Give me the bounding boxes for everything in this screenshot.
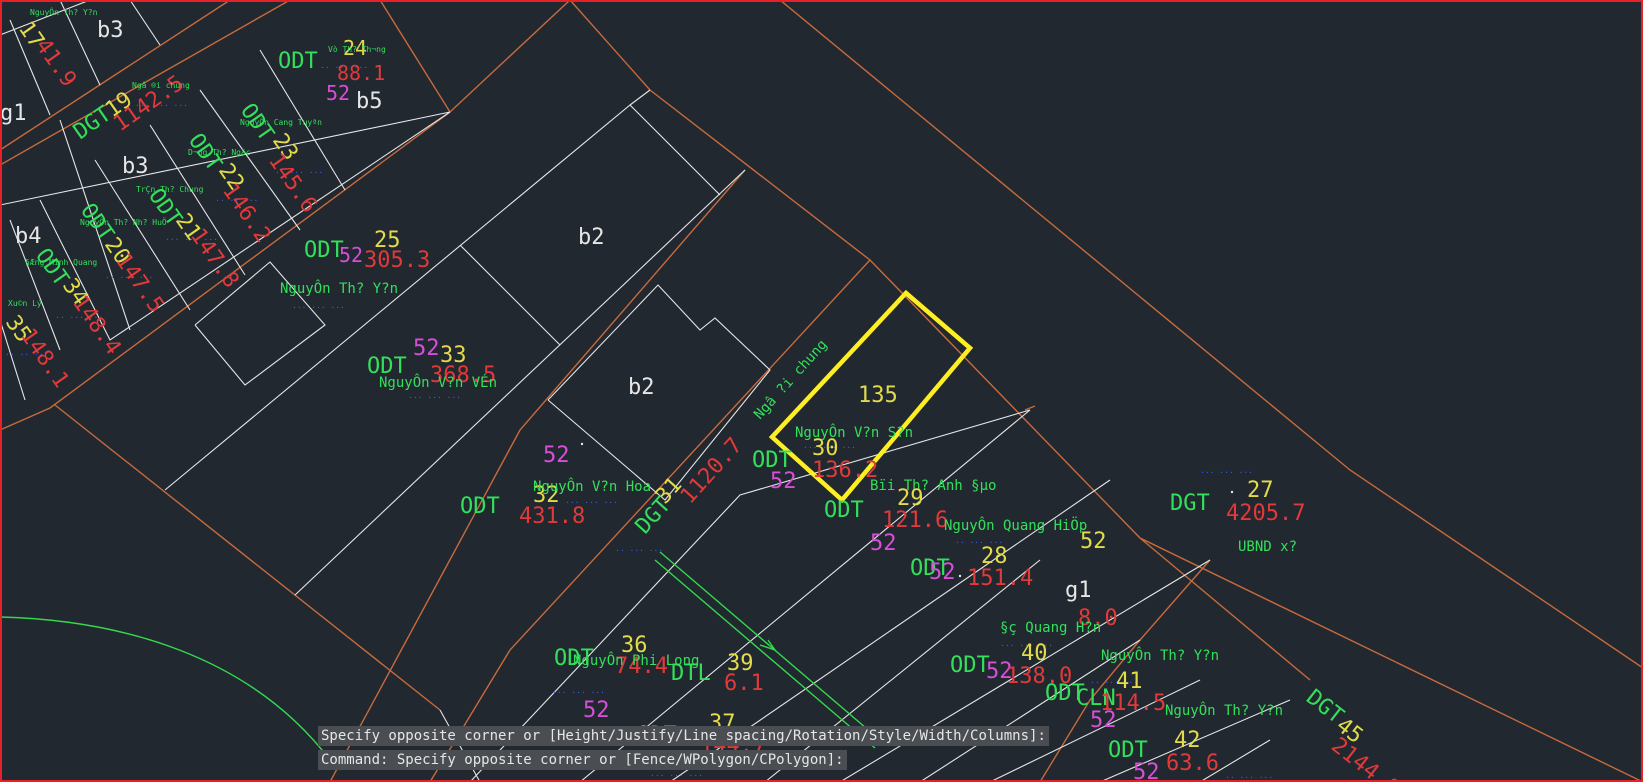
map-label: 63.6 — [1166, 751, 1219, 776]
map-label: §Æng Minh Quang — [25, 258, 97, 267]
map-label: NguyÔn Th? Y?n — [30, 6, 98, 17]
map-label: NguyÔn V?n VÉn — [379, 373, 497, 391]
map-label: 305.3 — [364, 248, 430, 273]
map-label: 136.2 — [812, 458, 878, 483]
map-label: Xu©n Lý — [8, 299, 42, 308]
map-label: Bïi Th? Anh §µo — [870, 478, 996, 494]
map-label: 52 — [1133, 760, 1160, 782]
blue-note: ··· ··· ··· — [650, 771, 703, 780]
point-marker — [580, 442, 584, 446]
map-label: 2144.8 — [1326, 733, 1404, 782]
map-label: 148.4 — [67, 291, 125, 360]
map-label: 147.5 — [110, 249, 168, 318]
map-label: 121.6 — [882, 508, 948, 533]
internal-line — [439, 709, 481, 782]
map-label: 40 — [1021, 641, 1048, 666]
map-label: b2 — [628, 375, 655, 400]
blue-note: ··· ··· ··· — [552, 688, 605, 697]
map-label: 27 — [1247, 478, 1274, 503]
map-label: 431.8 — [519, 504, 585, 529]
map-label: TrÇn Th? Chung — [136, 185, 204, 194]
map-label: ODT — [460, 494, 500, 519]
blue-note: ··· ··· ··· — [1200, 468, 1253, 477]
map-label: NguyÔn Cang Tuyªn — [240, 116, 322, 127]
map-label: D­¬ng Th? Ngäc — [188, 148, 251, 157]
map-label: §ç Quang H?n — [1000, 620, 1101, 636]
map-label: 52 — [413, 336, 440, 361]
map-label: Ngâ ?i chung — [751, 337, 831, 423]
blue-note: ··· ··· ··· — [292, 303, 345, 312]
map-label: 145.6 — [263, 149, 321, 218]
blue-note: ··· ··· ··· — [408, 393, 461, 402]
map-label: NguyÔn Th? Y?n — [1165, 701, 1283, 719]
internal-line — [0, 0, 91, 36]
map-label: NguyÔn Quang HiÖp — [944, 516, 1087, 534]
command-line-input[interactable]: Command: Specify opposite corner or [Fen… — [318, 750, 847, 770]
internal-line — [547, 284, 771, 501]
map-label: ODT — [950, 653, 990, 678]
map-labels: b3 b5 b3 b4 g1 b2 b2 g1 ODT 24 88.1 52 O… — [0, 6, 1404, 782]
map-label: 52 — [870, 531, 897, 556]
map-label: Vò Th? Th¬ng — [328, 44, 386, 54]
internal-line — [459, 244, 561, 346]
map-label: NguyÔn V?n Hoa — [533, 477, 651, 495]
map-label: NguyÔn Th? Y?n — [1101, 646, 1219, 664]
map-label: DTL — [671, 661, 711, 686]
map-label: b3 — [122, 154, 149, 179]
cad-drawing-viewport[interactable]: ·· ··· ··· ··· ··· ··· ·· ··· ··· ·· ·· … — [0, 0, 1643, 782]
map-label: Ngâ ®i chung — [132, 81, 190, 90]
map-label: ODT — [304, 238, 344, 263]
map-label: 41.9 — [30, 34, 81, 92]
map-label: b3 — [97, 18, 124, 43]
map-label: g1 — [0, 101, 27, 126]
boundary-line — [379, 0, 451, 113]
road-line — [659, 551, 881, 741]
map-label: 146.2 — [217, 179, 275, 248]
map-label: 52 — [583, 698, 610, 723]
map-label: 52 — [339, 243, 363, 267]
map-label: UBND x? — [1238, 539, 1297, 555]
map-label: 42 — [1174, 728, 1201, 753]
internal-line — [629, 89, 651, 106]
map-label: 52 — [929, 560, 956, 585]
boundary-line — [54, 404, 441, 711]
point-marker — [958, 574, 962, 578]
map-label: b4 — [15, 224, 42, 249]
internal-line — [129, 0, 161, 46]
map-label: 135 — [858, 383, 898, 408]
blue-note: ·· ··· ··· — [1225, 773, 1273, 782]
map-label: NguyÔn Th? Nh? HuÖ — [80, 216, 167, 227]
map-label: 4205.7 — [1226, 501, 1305, 526]
boundary-line — [569, 0, 651, 91]
blue-note: ·· ··· ··· — [615, 546, 663, 555]
map-label: ODT — [824, 498, 864, 523]
map-label: b2 — [578, 225, 605, 250]
map-label: 52 — [1080, 529, 1107, 554]
map-label: g1 — [1065, 578, 1092, 603]
boundary-line — [1024, 405, 1036, 411]
map-label: 52 — [326, 81, 350, 105]
internal-line — [164, 104, 721, 491]
point-marker — [1230, 490, 1234, 494]
map-label: 52 — [543, 443, 570, 468]
road-curve — [0, 616, 331, 761]
command-prompt-history: Specify opposite corner or [Height/Justi… — [318, 726, 1049, 746]
map-label: NguyÔn Th? Y?n — [280, 279, 398, 297]
map-label: 52 — [770, 469, 797, 494]
map-label: DGT — [1170, 491, 1210, 516]
map-label: 52 — [1090, 708, 1117, 733]
map-label: 151.4 — [967, 566, 1033, 591]
internal-line — [294, 169, 746, 596]
cadastral-map-drawing[interactable]: ·· ··· ··· ··· ··· ··· ·· ··· ··· ·· ·· … — [0, 0, 1643, 782]
map-label: ODT — [278, 49, 318, 74]
map-label: b5 — [356, 89, 383, 114]
map-label: 6.1 — [724, 671, 764, 696]
